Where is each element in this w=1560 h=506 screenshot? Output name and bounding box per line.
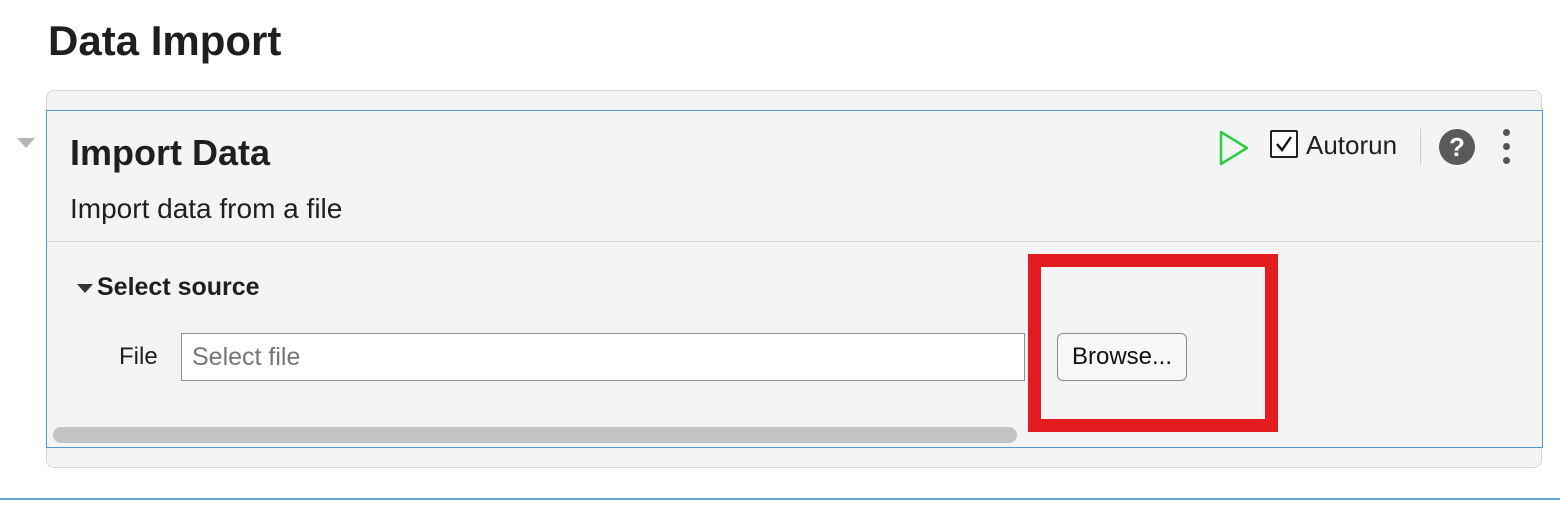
section-title-select-source[interactable]: Select source <box>97 271 260 303</box>
chevron-down-icon[interactable] <box>77 284 93 293</box>
collapse-caret-icon[interactable] <box>17 138 35 148</box>
browse-button[interactable]: Browse... <box>1057 333 1187 381</box>
import-data-card: Import Data Import data from a file Auto… <box>46 110 1543 448</box>
play-icon[interactable] <box>1218 129 1250 167</box>
file-label: File <box>119 343 158 370</box>
help-icon[interactable]: ? <box>1439 129 1475 165</box>
bottom-divider <box>0 498 1560 500</box>
toolbar-divider <box>1420 129 1421 165</box>
card-description: Import data from a file <box>70 193 343 224</box>
file-path-input[interactable] <box>181 333 1025 381</box>
horizontal-scrollbar[interactable] <box>53 427 1017 443</box>
card-divider <box>47 241 1542 242</box>
card-title: Import Data <box>70 132 271 173</box>
card-toolbar: Autorun ? <box>1212 127 1532 167</box>
more-vertical-icon[interactable] <box>1501 129 1513 165</box>
checkmark-icon <box>1276 136 1292 152</box>
autorun-checkbox[interactable] <box>1270 130 1298 158</box>
autorun-label[interactable]: Autorun <box>1306 127 1397 163</box>
page-title: Data Import <box>48 17 282 64</box>
